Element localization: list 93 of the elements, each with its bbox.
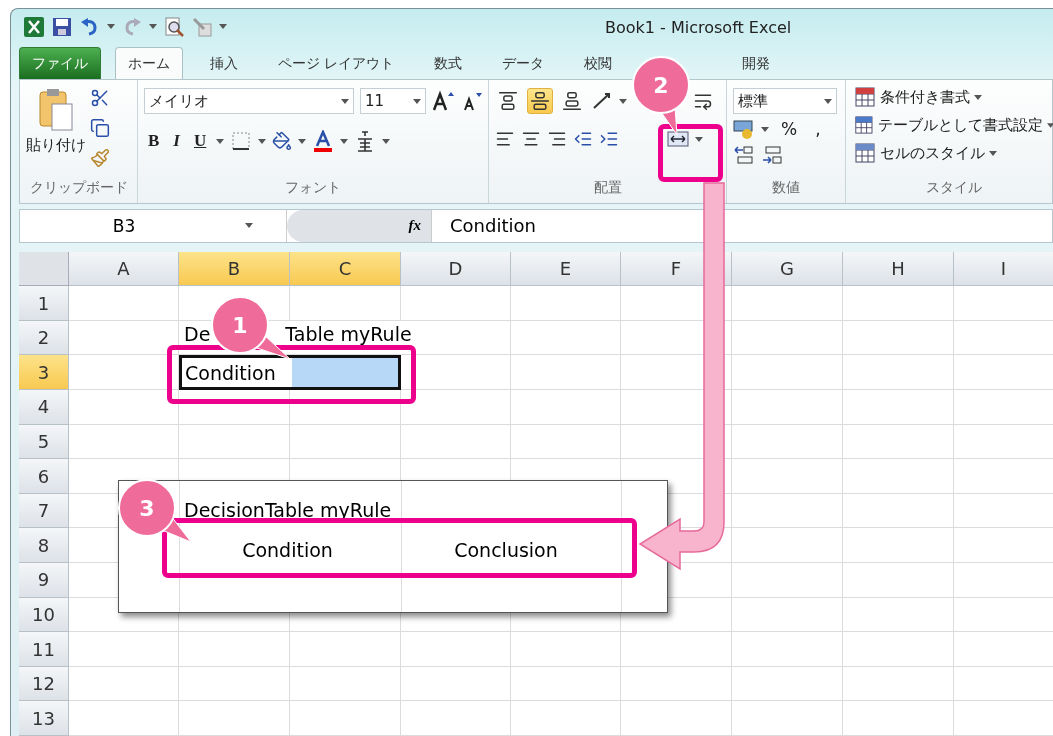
caret-icon[interactable] [989,150,997,156]
ribbon-tab[interactable]: 挿入 [197,47,251,80]
table-style-icon[interactable] [854,114,874,137]
paintbrush-icon[interactable] [90,148,110,169]
ribbon-tab[interactable]: 校閲 [571,47,626,80]
row-header[interactable]: 1 [19,286,69,321]
ribbon-tab[interactable]: 開発 [729,47,784,80]
font-name-field[interactable]: メイリオ [144,88,354,115]
row-header[interactable]: 2 [19,320,69,356]
column-header[interactable]: C [290,251,401,287]
caret-icon[interactable] [149,24,157,30]
paste-button[interactable]: 貼り付け [26,88,86,179]
caret-icon[interactable] [340,138,349,144]
table-style-icon[interactable] [854,142,876,165]
group-label: 配置 [592,178,623,197]
row-header[interactable]: 3 [19,355,69,391]
currency-icon[interactable] [733,118,755,141]
group-label: スタイル [925,178,983,197]
preview-header: Conclusion [453,539,559,561]
font-style-button[interactable]: I [169,131,184,152]
font-size-field[interactable]: 11 [360,88,426,115]
ribbon-tab[interactable]: ホーム [115,47,183,80]
group-label: 数値 [771,178,801,197]
cell-text: Condition [184,361,277,384]
wrap-text-icon[interactable] [693,91,713,112]
ribbon-tab[interactable]: 数式 [421,47,476,80]
column-header[interactable]: G [732,251,843,287]
ribbon-tab[interactable]: ページ レイアウト [265,47,408,80]
increase-decimal-icon[interactable] [733,144,755,167]
caret-icon[interactable] [619,98,627,104]
comma-button[interactable]: , [809,119,827,140]
row-header[interactable]: 8 [19,528,69,564]
caret-icon[interactable] [216,138,225,144]
excel-logo-icon[interactable] [23,16,45,38]
caret-icon[interactable] [107,24,115,30]
row-header[interactable]: 4 [19,390,69,425]
row-header[interactable]: 5 [19,424,69,460]
row-header[interactable]: 6 [19,459,69,494]
border-icon[interactable] [230,130,253,153]
name-box[interactable]: B3 [20,209,287,242]
row-header[interactable]: 11 [19,632,69,667]
function-button[interactable]: fx [287,209,431,242]
caret-icon[interactable] [382,138,391,144]
cell-text: Table myRule [284,322,412,345]
style-menu-button[interactable]: テーブルとして書式設定 [852,114,1053,137]
caret-icon[interactable] [245,223,254,229]
column-header[interactable]: H [843,251,954,287]
scissors-icon[interactable] [90,88,110,109]
column-header[interactable]: D [401,251,511,287]
row-header[interactable]: 10 [19,597,69,633]
caret-icon[interactable] [1046,122,1053,128]
style-menu-button[interactable]: 条件付き書式 [852,86,1053,109]
caret-icon[interactable] [761,126,769,132]
save-icon[interactable] [51,16,73,38]
grow-font-icon[interactable] [432,90,454,113]
window-title: Book1 - Microsoft Excel [605,18,792,37]
caret-icon[interactable] [258,138,267,144]
selected-cell-range[interactable]: Condition [179,355,401,391]
caret-icon[interactable] [413,98,421,104]
column-header[interactable]: B [179,251,290,287]
vertical-align-button[interactable] [527,88,553,115]
column-header[interactable]: E [511,251,621,287]
percent-button[interactable]: % [775,119,804,140]
caret-icon[interactable] [298,138,307,144]
row-header[interactable]: 7 [19,493,69,529]
group-label: クリップボード [28,178,129,197]
caret-icon[interactable] [974,94,982,100]
caret-icon[interactable] [219,24,227,30]
font-style-button[interactable]: U [189,131,211,152]
group-label: フォント [284,178,342,197]
font-style-button[interactable]: B [144,131,164,152]
caret-icon[interactable] [695,136,703,142]
print-preview-icon[interactable] [163,16,185,38]
number-format-field[interactable]: 標準 [733,88,837,115]
clipboard-icon [38,88,74,133]
preview-title: DecisionTable myRule [184,499,393,523]
cell-text: De [184,322,211,345]
font-color-icon[interactable] [312,130,335,153]
preview-header: Condition [241,539,334,561]
row-header[interactable]: 9 [19,563,69,598]
style-menu-button[interactable]: セルのスタイル [852,142,1053,165]
caret-icon[interactable] [824,98,832,104]
decrease-decimal-icon[interactable] [761,144,783,167]
row-header[interactable]: 12 [19,666,69,702]
ribbon-tab[interactable]: データ [489,47,558,80]
column-header[interactable]: I [954,251,1053,287]
column-header[interactable]: A [69,251,179,287]
copy-icon[interactable] [90,118,110,139]
row-header[interactable]: 13 [19,701,69,736]
file-tab[interactable]: ファイル [19,47,101,80]
table-style-icon[interactable] [854,86,876,109]
caret-icon[interactable] [341,98,349,104]
fill-bucket-icon[interactable] [272,131,293,152]
